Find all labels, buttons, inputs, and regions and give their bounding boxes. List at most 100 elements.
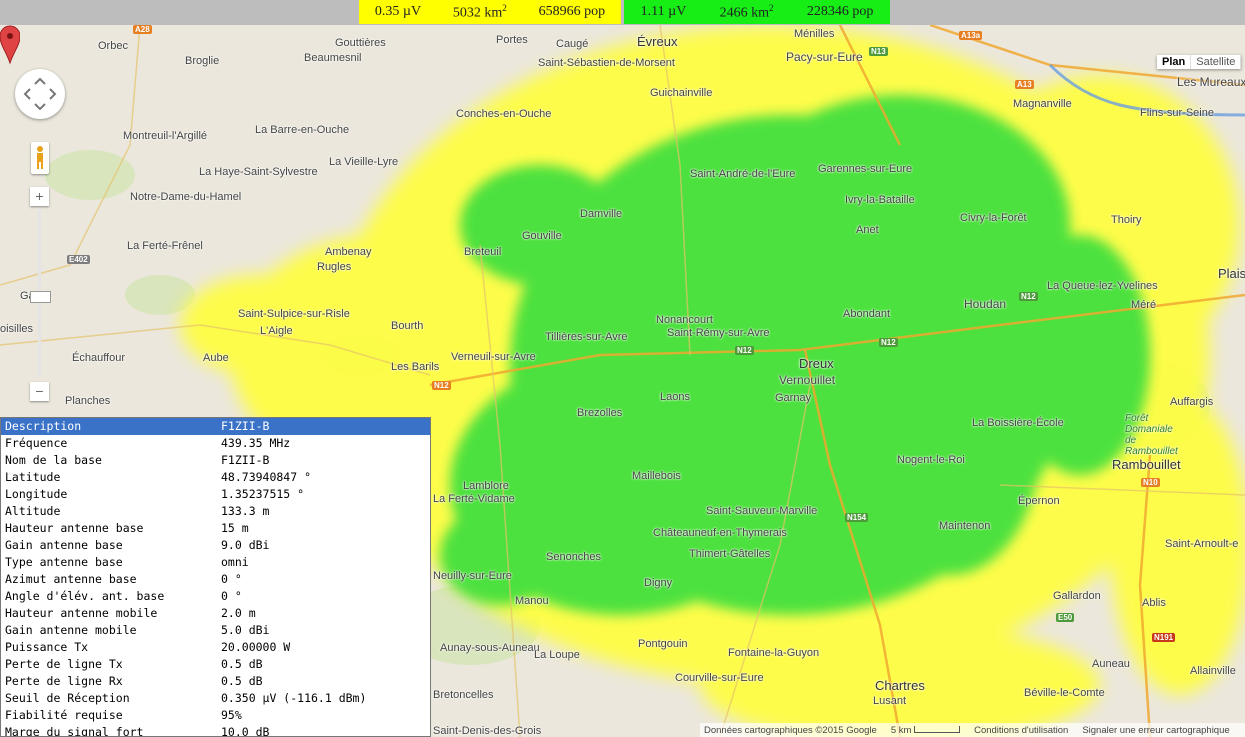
- legend-weak-field: 0.35 µV: [374, 4, 422, 19]
- town-label: Courville-sur-Eure: [675, 672, 764, 684]
- road-label: N12: [432, 381, 451, 390]
- info-row: Fiabilité requise 95%: [1, 707, 430, 724]
- info-row: Fréquence 439.35 MHz: [1, 435, 430, 452]
- info-row: Gain antenne base 9.0 dBi: [1, 537, 430, 554]
- info-label: Gain antenne mobile: [5, 623, 137, 637]
- town-label: Fontaine-la-Guyon: [728, 647, 820, 659]
- info-value: 20.00000 W: [221, 640, 291, 654]
- town-label: Senonches: [546, 551, 602, 563]
- scale-bar: [914, 726, 961, 734]
- town-label: Thimert-Gâtelles: [689, 548, 771, 560]
- town-label: Planches: [65, 395, 111, 407]
- street-view-pegman-icon[interactable]: [31, 142, 49, 174]
- town-label: La Ferté-Frênel: [127, 240, 203, 252]
- town-label: Magnanville: [1013, 98, 1072, 110]
- town-label: Caugé: [556, 38, 589, 50]
- town-label: La Ferté-Vidame: [433, 493, 515, 505]
- town-label: La Barre-en-Ouche: [255, 124, 350, 136]
- info-label: Angle d'élév. ant. base: [5, 589, 165, 603]
- road-label: E50: [1056, 613, 1075, 622]
- town-label: Lamblore: [463, 480, 509, 492]
- info-label: Longitude: [5, 487, 68, 501]
- town-label: Rugles: [317, 261, 352, 273]
- town-label: Tillières-sur-Avre: [545, 331, 628, 343]
- info-row: Longitude 1.35237515 °: [1, 486, 430, 503]
- info-value: 439.35 MHz: [221, 436, 291, 450]
- info-value: 0 °: [221, 572, 242, 586]
- town-label: Aube: [203, 352, 229, 364]
- pan-control[interactable]: [15, 69, 65, 119]
- town-label: Notre-Dame-du-Hamel: [130, 191, 242, 203]
- info-value: 0 °: [221, 589, 242, 603]
- town-label: Ménilles: [794, 28, 835, 40]
- town-label: Allainville: [1190, 665, 1236, 677]
- town-label: Plais: [1218, 266, 1245, 281]
- town-label: Guichainville: [650, 87, 713, 99]
- info-value: omni: [221, 555, 249, 569]
- info-row: Marge du signal fort 10.0 dB: [1, 724, 430, 737]
- town-label: Saint-Denis-des-Grois: [433, 725, 542, 737]
- town-label: Ablis: [1142, 597, 1166, 609]
- town-label: La Loupe: [534, 649, 580, 661]
- town-label: Houdan: [964, 297, 1007, 311]
- zoom-in-button[interactable]: +: [30, 187, 49, 206]
- town-label: Saint-Sauveur-Marville: [706, 505, 818, 517]
- info-label: Nom de la base: [5, 453, 102, 467]
- info-row: Nom de la base F1ZII-B: [1, 452, 430, 469]
- info-row: Latitude 48.73940847 °: [1, 469, 430, 486]
- town-label: Breteuil: [464, 246, 502, 258]
- town-label: Nonancourt: [656, 314, 713, 326]
- map-type-satellite-button[interactable]: Satellite: [1191, 55, 1242, 69]
- town-label: Maillebois: [632, 470, 681, 482]
- zoom-slider-handle[interactable]: [30, 291, 51, 303]
- road-label: A28: [133, 25, 152, 34]
- info-value: 0.350 µV (-116.1 dBm): [221, 691, 367, 705]
- road-label: N191: [1152, 633, 1176, 642]
- terms-link[interactable]: Conditions d'utilisation: [974, 725, 1068, 736]
- info-row: Angle d'élév. ant. base 0 °: [1, 588, 430, 605]
- town-label: Anet: [856, 224, 879, 236]
- map-type-control: Plan Satellite: [1157, 55, 1242, 69]
- info-header-label: Description: [5, 419, 82, 433]
- town-label: Montreuil-l'Argillé: [123, 130, 208, 142]
- info-value: 0.5 dB: [221, 674, 263, 688]
- info-label: Marge du signal fort: [5, 725, 144, 737]
- town-label: Flins-sur-Seine: [1140, 107, 1214, 119]
- coverage-legend-bar: 0.35 µV 5032 km2 658966 pop 1.11 µV 2466…: [0, 0, 1245, 25]
- town-label: Lusant: [873, 695, 907, 707]
- map-data-attribution: Données cartographiques ©2015 Google: [704, 724, 877, 736]
- town-label: Ambenay: [325, 246, 372, 258]
- town-label: Les Mureaux: [1177, 75, 1245, 89]
- road-label: A13: [1015, 80, 1034, 89]
- town-label: Saint-André-de-l'Eure: [690, 168, 796, 180]
- town-label: Verneuil-sur-Avre: [451, 351, 536, 363]
- town-label: La Boissière-École: [972, 417, 1064, 429]
- info-row: Seuil de Réception 0.350 µV (-116.1 dBm): [1, 690, 430, 707]
- town-label: Rambouillet: [1112, 457, 1181, 472]
- town-label: Gouttières: [335, 37, 386, 49]
- town-label: Garnay: [775, 392, 812, 404]
- town-label: Nogent-le-Roi: [897, 454, 965, 466]
- town-label: La Queue-lez-Yvelines: [1047, 280, 1158, 292]
- town-label: Saint-Sulpice-sur-Risle: [238, 308, 350, 320]
- info-label: Puissance Tx: [5, 640, 89, 654]
- info-label: Fréquence: [5, 436, 68, 450]
- scale-indicator: 5 km: [891, 725, 961, 736]
- info-label: Hauteur antenne base: [5, 521, 144, 535]
- base-station-marker[interactable]: [0, 25, 20, 65]
- info-label: Azimut antenne base: [5, 572, 137, 586]
- road-label: A13a: [959, 31, 983, 40]
- town-label: Saint-Sébastien-de-Morsent: [538, 57, 675, 69]
- legend-strong-signal: 1.11 µV 2466 km2 228346 pop: [624, 0, 890, 24]
- town-label: Digny: [644, 577, 673, 589]
- town-label: Gallardon: [1053, 590, 1101, 602]
- report-error-link[interactable]: Signaler une erreur cartographique: [1082, 725, 1229, 736]
- zoom-out-button[interactable]: −: [30, 382, 49, 401]
- info-row: Perte de ligne Tx 0.5 dB: [1, 656, 430, 673]
- town-label: Thoiry: [1111, 214, 1142, 226]
- town-label: Auffargis: [1170, 396, 1214, 408]
- map-type-plan-button[interactable]: Plan: [1157, 55, 1192, 69]
- town-label: Broglie: [185, 55, 220, 67]
- station-info-panel: Description F1ZII-B Fréquence 439.35 MHz N…: [0, 417, 431, 737]
- road-label: N154: [845, 513, 869, 522]
